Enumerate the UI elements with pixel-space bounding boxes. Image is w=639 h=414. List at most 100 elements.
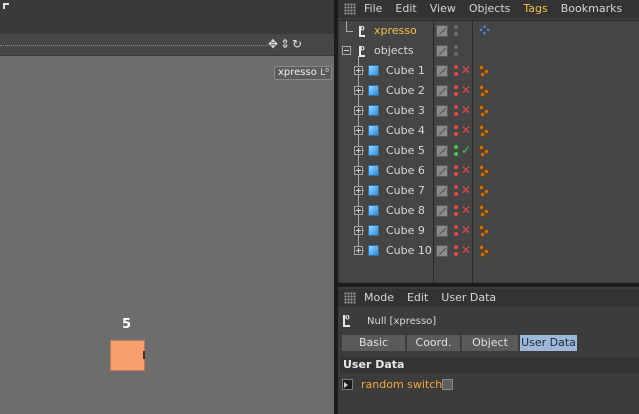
disabled-x-icon[interactable]: ✕: [461, 163, 471, 178]
object-row-cube[interactable]: Cube 5 ✓: [340, 141, 639, 161]
animation-keyframe-icon[interactable]: [342, 379, 353, 390]
object-name[interactable]: Cube 10: [386, 244, 432, 258]
tab-basic[interactable]: Basic: [342, 335, 405, 351]
visibility-dots-icon[interactable]: [454, 164, 460, 178]
layer-color-box[interactable]: [436, 85, 448, 97]
texture-tag-icon[interactable]: [478, 64, 494, 78]
texture-tag-icon[interactable]: [478, 244, 494, 258]
disabled-x-icon[interactable]: ✕: [461, 223, 471, 238]
expand-icon[interactable]: [354, 186, 363, 195]
object-name[interactable]: Cube 5: [386, 144, 425, 158]
visibility-dots-icon[interactable]: [454, 184, 460, 198]
visibility-dots-icon[interactable]: [454, 244, 460, 258]
expand-icon[interactable]: [354, 246, 363, 255]
menu-file[interactable]: File: [364, 0, 382, 18]
expand-icon[interactable]: [354, 66, 363, 75]
rotate-view-icon[interactable]: ↻: [291, 37, 303, 51]
object-name[interactable]: Cube 8: [386, 204, 425, 218]
layer-color-box[interactable]: [436, 245, 448, 257]
layer-color-box[interactable]: [436, 45, 448, 57]
texture-tag-icon[interactable]: [478, 204, 494, 218]
object-name[interactable]: Cube 6: [386, 164, 425, 178]
menu-objects[interactable]: Objects: [469, 0, 511, 18]
texture-tag-icon[interactable]: [478, 144, 494, 158]
menu-bookmarks[interactable]: Bookmarks: [561, 0, 622, 18]
object-name[interactable]: Cube 4: [386, 124, 425, 138]
viewport-object-label[interactable]: xpresso L⁰: [274, 66, 332, 80]
object-name[interactable]: Cube 1: [386, 64, 425, 78]
object-row-cube[interactable]: Cube 8 ✕: [340, 201, 639, 221]
xpresso-tag-icon[interactable]: ⠪⠂: [478, 25, 495, 37]
section-header[interactable]: User Data: [340, 357, 639, 373]
object-name[interactable]: xpresso: [374, 24, 417, 38]
menu-edit[interactable]: Edit: [395, 0, 416, 18]
expand-icon[interactable]: [354, 126, 363, 135]
visibility-dots-icon[interactable]: [454, 84, 460, 98]
visibility-dots-icon[interactable]: [454, 204, 460, 218]
object-row-null[interactable]: ⁰ xpresso ⠪⠂: [340, 21, 639, 41]
expand-icon[interactable]: [354, 86, 363, 95]
layer-color-box[interactable]: [436, 225, 448, 237]
object-row-cube[interactable]: Cube 4 ✕: [340, 121, 639, 141]
visibility-dots-icon[interactable]: [454, 64, 460, 78]
texture-tag-icon[interactable]: [478, 224, 494, 238]
menu-mode[interactable]: Mode: [364, 289, 394, 307]
visibility-dots-icon[interactable]: [454, 124, 460, 138]
object-row-cube[interactable]: Cube 3 ✕: [340, 101, 639, 121]
collapse-icon[interactable]: [342, 46, 351, 55]
object-row-cube[interactable]: Cube 7 ✕: [340, 181, 639, 201]
menu-view[interactable]: View: [430, 0, 456, 18]
expand-icon[interactable]: [354, 106, 363, 115]
object-name[interactable]: Cube 9: [386, 224, 425, 238]
move-view-icon[interactable]: ✥: [267, 37, 279, 51]
disabled-x-icon[interactable]: ✕: [461, 123, 471, 138]
disabled-x-icon[interactable]: ✕: [461, 203, 471, 218]
object-name[interactable]: objects: [374, 44, 414, 58]
tab-object[interactable]: Object: [462, 335, 518, 351]
visibility-dots-icon[interactable]: [454, 104, 460, 118]
disabled-x-icon[interactable]: ✕: [461, 63, 471, 78]
expand-icon[interactable]: [354, 146, 363, 155]
tab-coord[interactable]: Coord.: [407, 335, 460, 351]
layer-color-box[interactable]: [436, 25, 448, 37]
viewport-panel[interactable]: ✥ ⇕ ↻ xpresso L⁰ 5: [0, 0, 334, 414]
layer-color-box[interactable]: [436, 145, 448, 157]
expand-icon[interactable]: [354, 166, 363, 175]
object-row-cube[interactable]: Cube 2 ✕: [340, 81, 639, 101]
texture-tag-icon[interactable]: [478, 184, 494, 198]
layer-color-box[interactable]: [436, 205, 448, 217]
layer-color-box[interactable]: [436, 65, 448, 77]
expand-icon[interactable]: [354, 206, 363, 215]
visibility-dots-icon[interactable]: [454, 224, 460, 238]
enabled-check-icon[interactable]: ✓: [461, 143, 471, 158]
expand-icon[interactable]: [354, 226, 363, 235]
texture-tag-icon[interactable]: [478, 124, 494, 138]
layer-color-box[interactable]: [436, 105, 448, 117]
disabled-x-icon[interactable]: ✕: [461, 243, 471, 258]
texture-tag-icon[interactable]: [478, 164, 494, 178]
disabled-x-icon[interactable]: ✕: [461, 83, 471, 98]
texture-tag-icon[interactable]: [478, 104, 494, 118]
menu-edit[interactable]: Edit: [407, 289, 428, 307]
disabled-x-icon[interactable]: ✕: [461, 183, 471, 198]
menu-tags[interactable]: Tags: [523, 0, 547, 18]
cube-object-render[interactable]: [110, 340, 145, 371]
disabled-x-icon[interactable]: ✕: [461, 103, 471, 118]
object-row-cube[interactable]: Cube 9 ✕: [340, 221, 639, 241]
object-name[interactable]: Cube 3: [386, 104, 425, 118]
panel-grip-icon[interactable]: [344, 3, 356, 15]
panel-grip-icon[interactable]: [344, 292, 356, 304]
object-row-null[interactable]: ⁰ objects: [340, 41, 639, 61]
object-row-cube[interactable]: Cube 6 ✕: [340, 161, 639, 181]
object-row-cube[interactable]: Cube 1 ✕: [340, 61, 639, 81]
texture-tag-icon[interactable]: [478, 84, 494, 98]
object-name[interactable]: Cube 2: [386, 84, 425, 98]
object-row-cube[interactable]: Cube 10 ✕: [340, 241, 639, 261]
layer-color-box[interactable]: [436, 125, 448, 137]
tab-user-data[interactable]: User Data: [520, 335, 577, 351]
visibility-dots-icon[interactable]: [454, 144, 460, 158]
object-name[interactable]: Cube 7: [386, 184, 425, 198]
zoom-view-icon[interactable]: ⇕: [279, 37, 291, 51]
menu-user-data[interactable]: User Data: [441, 289, 496, 307]
layer-color-box[interactable]: [436, 165, 448, 177]
